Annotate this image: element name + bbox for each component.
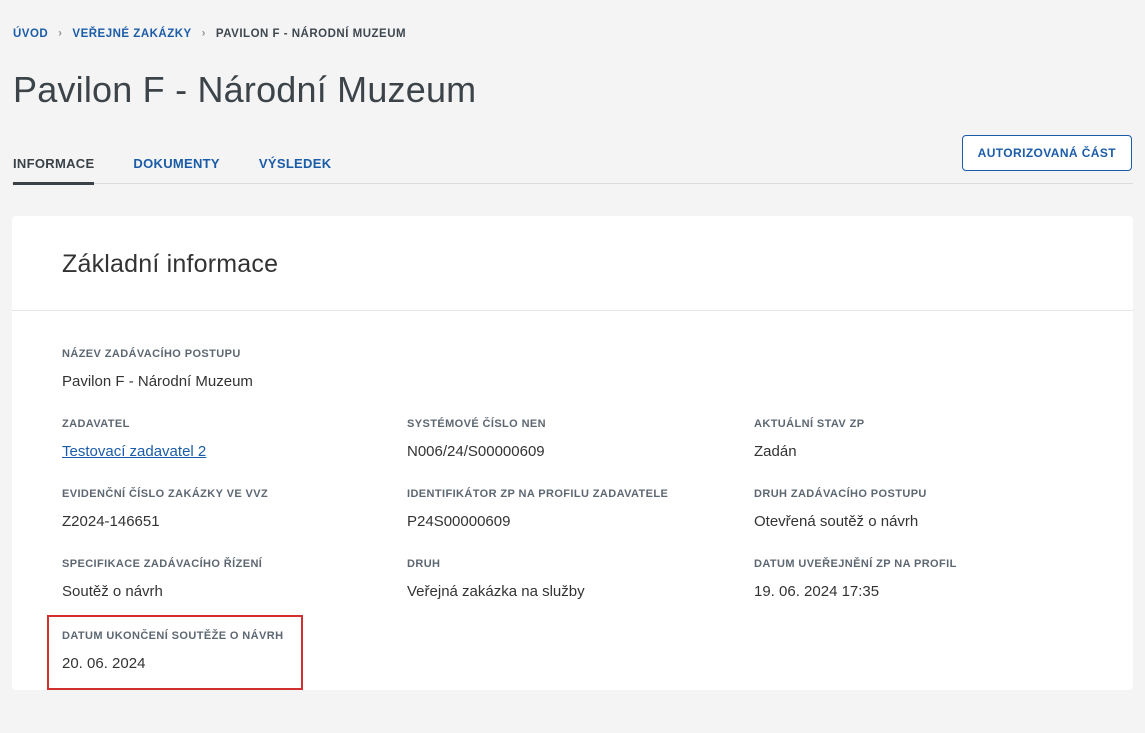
field-value: 19. 06. 2024 17:35 (754, 583, 1113, 601)
page: ÚVOD › VEŘEJNÉ ZAKÁZKY › PAVILON F - NÁR… (0, 0, 1145, 690)
page-title: Pavilon F - Národní Muzeum (13, 69, 1133, 111)
tabs-bar: INFORMACE DOKUMENTY VÝSLEDEK AUTORIZOVAN… (12, 135, 1133, 184)
field-druh-zadavaciho-postupu: DRUH ZADÁVACÍHO POSTUPU Otevřená soutěž … (754, 488, 1113, 531)
field-value: Soutěž o návrh (62, 583, 407, 601)
field-label: SYSTÉMOVÉ ČÍSLO NEN (407, 418, 754, 430)
field-label: DRUH ZADÁVACÍHO POSTUPU (754, 488, 1113, 500)
field-identifikator-zp: IDENTIFIKÁTOR ZP NA PROFILU ZADAVATELE P… (407, 488, 754, 531)
field-value: P24S00000609 (407, 513, 754, 531)
field-datum-ukonceni-souteze: DATUM UKONČENÍ SOUTĚŽE O NÁVRH 20. 06. 2… (62, 630, 283, 673)
fields-grid: NÁZEV ZADÁVACÍHO POSTUPU Pavilon F - Nár… (12, 311, 1133, 690)
field-nazev-zadavaciho-postupu: NÁZEV ZADÁVACÍHO POSTUPU Pavilon F - Nár… (62, 348, 1113, 391)
chevron-right-icon: › (202, 28, 206, 40)
field-label: IDENTIFIKÁTOR ZP NA PROFILU ZADAVATELE (407, 488, 754, 500)
field-value: Otevřená soutěž o návrh (754, 513, 1113, 531)
field-value: Z2024-146651 (62, 513, 407, 531)
breadcrumb-link-uvod[interactable]: ÚVOD (13, 28, 48, 40)
field-label: AKTUÁLNÍ STAV ZP (754, 418, 1113, 430)
datum-ukonceni-highlight-box: DATUM UKONČENÍ SOUTĚŽE O NÁVRH 20. 06. 2… (47, 615, 303, 690)
tab-dokumenty[interactable]: DOKUMENTY (133, 148, 219, 183)
field-systemove-cislo-nen: SYSTÉMOVÉ ČÍSLO NEN N006/24/S00000609 (407, 418, 754, 461)
tab-informace[interactable]: INFORMACE (13, 148, 94, 185)
field-evidencni-cislo-vvz: EVIDENČNÍ ČÍSLO ZAKÁZKY VE VVZ Z2024-146… (62, 488, 407, 531)
field-value: Zadán (754, 443, 1113, 461)
field-specifikace-rizeni: SPECIFIKACE ZADÁVACÍHO ŘÍZENÍ Soutěž o n… (62, 558, 407, 601)
authorized-section-button[interactable]: AUTORIZOVANÁ ČÁST (962, 135, 1132, 171)
field-label: NÁZEV ZADÁVACÍHO POSTUPU (62, 348, 1113, 360)
field-zadavatel: ZADAVATEL Testovací zadavatel 2 (62, 418, 407, 461)
field-value: 20. 06. 2024 (62, 655, 283, 673)
field-druh: DRUH Veřejná zakázka na služby (407, 558, 754, 601)
breadcrumb-current-page: PAVILON F - NÁRODNÍ MUZEUM (216, 28, 406, 40)
field-label: DATUM UKONČENÍ SOUTĚŽE O NÁVRH (62, 630, 283, 642)
field-label: DRUH (407, 558, 754, 570)
field-label: SPECIFIKACE ZADÁVACÍHO ŘÍZENÍ (62, 558, 407, 570)
tab-vysledek[interactable]: VÝSLEDEK (259, 148, 331, 183)
breadcrumb-link-verejne-zakazky[interactable]: VEŘEJNÉ ZAKÁZKY (72, 28, 191, 40)
tab-list: INFORMACE DOKUMENTY VÝSLEDEK (13, 148, 370, 183)
section-title: Základní informace (62, 250, 1083, 279)
field-label: ZADAVATEL (62, 418, 407, 430)
basic-info-card: Základní informace NÁZEV ZADÁVACÍHO POST… (12, 216, 1133, 690)
field-datum-uverejneni: DATUM UVEŘEJNĚNÍ ZP NA PROFIL 19. 06. 20… (754, 558, 1113, 601)
field-aktualni-stav-zp: AKTUÁLNÍ STAV ZP Zadán (754, 418, 1113, 461)
breadcrumb: ÚVOD › VEŘEJNÉ ZAKÁZKY › PAVILON F - NÁR… (12, 0, 1133, 40)
field-value: Veřejná zakázka na služby (407, 583, 754, 601)
field-value: Pavilon F - Národní Muzeum (62, 373, 1113, 391)
chevron-right-icon: › (58, 28, 62, 40)
field-label: EVIDENČNÍ ČÍSLO ZAKÁZKY VE VVZ (62, 488, 407, 500)
card-header: Základní informace (12, 216, 1133, 310)
zadavatel-link[interactable]: Testovací zadavatel 2 (62, 443, 206, 461)
field-value: N006/24/S00000609 (407, 443, 754, 461)
field-label: DATUM UVEŘEJNĚNÍ ZP NA PROFIL (754, 558, 1113, 570)
